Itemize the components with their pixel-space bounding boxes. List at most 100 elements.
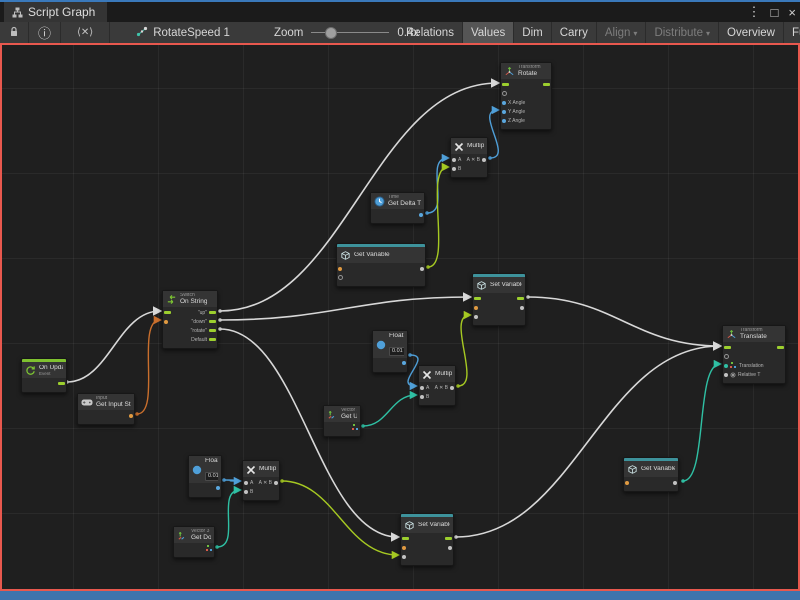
code-view-button[interactable]: ⟨✕⟩ xyxy=(61,22,110,43)
zoom-slider[interactable] xyxy=(311,22,389,43)
gray-value-port[interactable] xyxy=(724,373,728,377)
zoom-slider-thumb[interactable] xyxy=(325,27,337,39)
gray-value-port[interactable] xyxy=(452,158,456,162)
gray-value-port[interactable] xyxy=(450,386,454,390)
toolbar-button-relations[interactable]: Relations xyxy=(398,22,463,43)
blue-value-port[interactable] xyxy=(502,101,506,105)
info-button[interactable]: ⓘ xyxy=(29,22,61,43)
toolbar-button-carry[interactable]: Carry xyxy=(552,22,597,43)
window-close-button[interactable]: × xyxy=(788,5,796,20)
node-get-input-string[interactable]: InputGet Input String xyxy=(77,393,135,425)
toolbar-button-align[interactable]: Align▾ xyxy=(597,22,647,43)
lock-button[interactable] xyxy=(0,22,29,43)
node-get-variable-top[interactable]: Get Variable xyxy=(336,243,426,287)
orange-value-port[interactable] xyxy=(164,320,168,324)
toolbar-button-full-screen[interactable]: Full Screen xyxy=(784,22,800,43)
flow-port[interactable] xyxy=(777,346,784,349)
flow-port[interactable] xyxy=(474,297,481,300)
tab-script-graph[interactable]: Script Graph xyxy=(4,2,107,22)
vector3-port[interactable] xyxy=(206,545,213,552)
flow-port[interactable] xyxy=(164,311,171,314)
orange-value-port[interactable] xyxy=(402,546,406,550)
gray-value-port[interactable] xyxy=(420,395,424,399)
orange-value-port[interactable] xyxy=(338,267,342,271)
flow-port[interactable] xyxy=(402,537,409,540)
graph-breadcrumb[interactable]: RotateSpeed 1 xyxy=(128,22,238,43)
flow-port[interactable] xyxy=(209,311,216,314)
port-label: A xyxy=(458,157,461,163)
toolbar-button-distribute[interactable]: Distribute▾ xyxy=(646,22,719,43)
gray-value-port[interactable] xyxy=(452,167,456,171)
blue-value-port[interactable] xyxy=(419,213,423,217)
gray-value-port[interactable] xyxy=(448,546,452,550)
node-switch-on-string[interactable]: SwitchOn String"up""down""rotate"Default xyxy=(162,290,218,349)
vector3-port[interactable] xyxy=(352,424,359,431)
node-float-bot[interactable]: Float0.01 xyxy=(188,455,222,498)
window-menu-button[interactable]: ⋮ xyxy=(748,4,761,20)
gray-value-port[interactable] xyxy=(244,481,248,485)
wire-white xyxy=(456,346,720,537)
gray-value-port[interactable] xyxy=(402,555,406,559)
node-float-mid[interactable]: Float0.01 xyxy=(372,330,408,373)
graph-canvas[interactable]: TransformRotateX AngleY AngleZ Angle Mult… xyxy=(0,43,800,591)
orange-value-port[interactable] xyxy=(129,414,133,418)
port-row xyxy=(475,295,481,302)
node-multiply-mid[interactable]: MultiplyABA ✕ B xyxy=(418,365,456,406)
gray-value-port[interactable] xyxy=(274,481,278,485)
node-get-up[interactable]: Vector 3Get Up xyxy=(323,405,361,437)
node-set-variable-mid[interactable]: Set Variable xyxy=(472,273,526,326)
flow-port[interactable] xyxy=(502,83,509,86)
self-port[interactable] xyxy=(502,91,507,96)
orange-value-port[interactable] xyxy=(474,306,478,310)
self-port[interactable] xyxy=(724,354,729,359)
tab-title: Script Graph xyxy=(28,5,95,19)
teal-value-port[interactable] xyxy=(724,364,728,368)
gray-value-port[interactable] xyxy=(420,267,424,271)
blue-value-port[interactable] xyxy=(402,361,406,365)
flow-port[interactable] xyxy=(209,320,216,323)
node-get-delta-time[interactable]: TimeGet Delta Time xyxy=(370,192,425,224)
flow-port[interactable] xyxy=(543,83,550,86)
node-rotate[interactable]: TransformRotateX AngleY AngleZ Angle xyxy=(500,62,552,130)
port-label: B xyxy=(250,489,253,495)
value-field[interactable]: 0.01 xyxy=(205,472,218,481)
node-title: Multiply xyxy=(259,466,276,473)
flow-port[interactable] xyxy=(58,382,65,385)
flow-port[interactable] xyxy=(517,297,524,300)
node-multiply-bot[interactable]: MultiplyABA ✕ B xyxy=(242,460,280,501)
wire-source-dot xyxy=(426,265,430,269)
blue-value-port[interactable] xyxy=(502,110,506,114)
varbox-icon xyxy=(340,250,351,261)
value-field[interactable]: 0.01 xyxy=(389,347,404,356)
node-multiply-top[interactable]: MultiplyABA ✕ B xyxy=(450,137,488,178)
orange-value-port[interactable] xyxy=(625,481,629,485)
flow-port[interactable] xyxy=(209,329,216,332)
flow-port[interactable] xyxy=(724,346,731,349)
port-row: "up" xyxy=(191,309,215,316)
blue-value-port[interactable] xyxy=(216,486,220,490)
window-maximize-button[interactable]: □ xyxy=(771,5,779,20)
node-get-variable-br[interactable]: Get Variable xyxy=(623,457,679,492)
gray-value-port[interactable] xyxy=(482,158,486,162)
flow-port[interactable] xyxy=(209,338,216,341)
toolbar-button-dim[interactable]: Dim xyxy=(514,22,551,43)
gray-value-port[interactable] xyxy=(520,306,524,310)
floatcircle-icon xyxy=(192,465,202,475)
node-set-variable-bot[interactable]: Set Variable xyxy=(400,513,454,566)
blue-value-port[interactable] xyxy=(502,119,506,123)
gray-value-port[interactable] xyxy=(420,386,424,390)
node-get-down[interactable]: Vector 3Get Down xyxy=(173,526,215,558)
flow-port[interactable] xyxy=(445,537,452,540)
gray-value-port[interactable] xyxy=(244,490,248,494)
port-label: X Angle xyxy=(508,100,525,106)
toolbar-button-overview[interactable]: Overview xyxy=(719,22,784,43)
gray-value-port[interactable] xyxy=(474,315,478,319)
gray-value-port[interactable] xyxy=(673,481,677,485)
node-on-update[interactable]: On UpdateEvent xyxy=(21,358,67,393)
node-header: Vector 3Get Up xyxy=(324,406,360,422)
node-translate[interactable]: TransformTranslateTranslationRelative T xyxy=(722,325,786,384)
self-port[interactable] xyxy=(338,275,343,280)
port-row: Relative T xyxy=(725,371,764,378)
graph-toolbar: ⓘ ⟨✕⟩ RotateSpeed 1 Zoom 0.4x RelationsV… xyxy=(0,22,800,44)
toolbar-button-values[interactable]: Values xyxy=(463,22,514,43)
